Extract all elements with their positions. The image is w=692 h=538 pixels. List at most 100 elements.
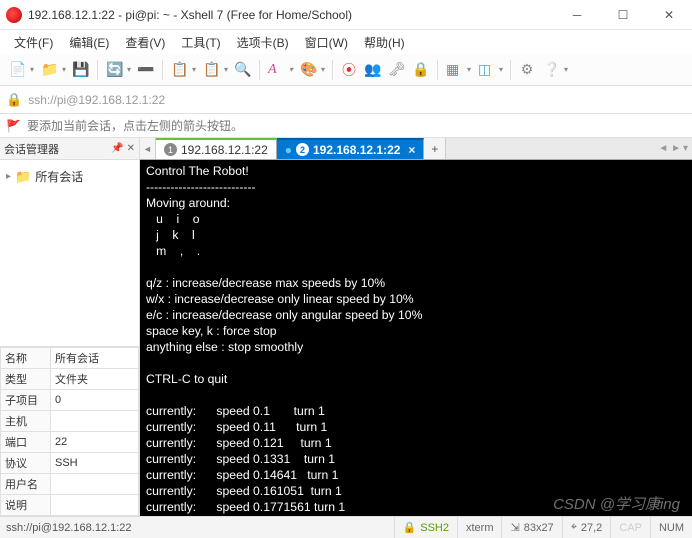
- address-input[interactable]: ssh://pi@192.168.12.1:22: [28, 93, 165, 107]
- prop-port-val: 22: [51, 432, 139, 453]
- color-button[interactable]: 🎨: [297, 59, 327, 81]
- status-address: ssh://pi@192.168.12.1:22: [0, 522, 138, 534]
- tree-root[interactable]: ▸ 📁 所有会话: [4, 166, 135, 187]
- save-button[interactable]: 💾: [70, 59, 92, 81]
- status-term: xterm: [457, 517, 502, 538]
- titlebar: 192.168.12.1:22 - pi@pi: ~ - Xshell 7 (F…: [0, 0, 692, 30]
- infobar: 🚩 要添加当前会话，点击左侧的箭头按钮。: [0, 114, 692, 138]
- bullet-icon: ●: [285, 143, 292, 157]
- menu-tabs[interactable]: 选项卡(B): [229, 32, 297, 53]
- lock-icon: 🔒: [6, 92, 22, 108]
- key-button[interactable]: 🗝: [386, 59, 408, 81]
- tab-session-2[interactable]: ● 2 192.168.12.1:22 ×: [277, 138, 425, 159]
- prop-host-label: 主机: [1, 411, 51, 432]
- prop-host-val: [51, 411, 139, 432]
- lock-button[interactable]: 🔒: [410, 59, 432, 81]
- disconnect-button[interactable]: ➖: [135, 59, 157, 81]
- font-button[interactable]: A: [265, 59, 295, 81]
- help-button[interactable]: ❔: [540, 59, 570, 81]
- record-button[interactable]: ⦿: [338, 59, 360, 81]
- prop-proto-val: SSH: [51, 453, 139, 474]
- main: 会话管理器 📌 ✕ ▸ 📁 所有会话 名称所有会话 类型文件夹 子项目0 主机 …: [0, 138, 692, 516]
- settings-button[interactable]: ⚙: [516, 59, 538, 81]
- session-properties: 名称所有会话 类型文件夹 子项目0 主机 端口22 协议SSH 用户名 说明: [0, 346, 139, 516]
- prop-sub-label: 子项目: [1, 390, 51, 411]
- prop-desc-label: 说明: [1, 495, 51, 516]
- menu-window[interactable]: 窗口(W): [297, 32, 356, 53]
- toolbar: 📄 📁 💾 🔄 ➖ 📋 📋 🔍 A 🎨 ⦿ 👥 🗝 🔒 ▦ ◫ ⚙ ❔: [0, 54, 692, 86]
- content-area: ◄ 1 192.168.12.1:22 ● 2 192.168.12.1:22 …: [140, 138, 692, 516]
- prop-type-label: 类型: [1, 369, 51, 390]
- tab-scroll-right[interactable]: ◄ ►: [658, 143, 681, 154]
- prop-desc-val: [51, 495, 139, 516]
- tab-menu-icon[interactable]: ▾: [683, 143, 688, 154]
- sidebar-title: 会话管理器 📌 ✕: [0, 138, 139, 160]
- menu-edit[interactable]: 编辑(E): [61, 32, 117, 53]
- tab-num-icon: 2: [296, 143, 309, 156]
- users-button[interactable]: 👥: [362, 59, 384, 81]
- copy-button[interactable]: 📋: [168, 59, 198, 81]
- prop-sub-val: 0: [51, 390, 139, 411]
- close-button[interactable]: ✕: [646, 0, 692, 30]
- window-title: 192.168.12.1:22 - pi@pi: ~ - Xshell 7 (F…: [28, 8, 554, 22]
- tab-label: 192.168.12.1:22: [181, 143, 268, 157]
- prop-user-val: [51, 474, 139, 495]
- open-session-button[interactable]: 📁: [38, 59, 68, 81]
- maximize-button[interactable]: ☐: [600, 0, 646, 30]
- paste-button[interactable]: 📋: [200, 59, 230, 81]
- toolbar-sep: [437, 60, 438, 80]
- tab-session-1[interactable]: 1 192.168.12.1:22: [156, 138, 277, 159]
- sidebar-title-label: 会话管理器: [4, 141, 59, 157]
- session-tabs: ◄ 1 192.168.12.1:22 ● 2 192.168.12.1:22 …: [140, 138, 692, 160]
- menubar: 文件(F) 编辑(E) 查看(V) 工具(T) 选项卡(B) 窗口(W) 帮助(…: [0, 30, 692, 54]
- toolbar-sep: [510, 60, 511, 80]
- pin-icon[interactable]: 📌 ✕: [111, 143, 135, 154]
- cursor-pos-icon: ⌖: [571, 521, 577, 534]
- info-text: 要添加当前会话，点击左侧的箭头按钮。: [27, 117, 243, 134]
- panel-button[interactable]: ◫: [475, 59, 505, 81]
- prop-user-label: 用户名: [1, 474, 51, 495]
- status-pos: ⌖27,2: [562, 517, 611, 538]
- status-ssh: 🔒SSH2: [394, 517, 457, 538]
- menu-tools[interactable]: 工具(T): [173, 32, 228, 53]
- window-controls: ─ ☐ ✕: [554, 0, 692, 30]
- prop-name-label: 名称: [1, 348, 51, 369]
- toolbar-sep: [162, 60, 163, 80]
- session-manager: 会话管理器 📌 ✕ ▸ 📁 所有会话 名称所有会话 类型文件夹 子项目0 主机 …: [0, 138, 140, 516]
- resize-icon: ⇲: [510, 521, 519, 534]
- tree-root-label: 所有会话: [35, 168, 83, 185]
- menu-help[interactable]: 帮助(H): [356, 32, 413, 53]
- statusbar: ssh://pi@192.168.12.1:22 🔒SSH2 xterm ⇲83…: [0, 516, 692, 538]
- tab-label: 192.168.12.1:22: [313, 143, 400, 157]
- menu-file[interactable]: 文件(F): [6, 32, 61, 53]
- tab-num-icon: 1: [164, 143, 177, 156]
- tab-nav-right: ◄ ► ▾: [654, 138, 692, 159]
- status-cap: CAP: [610, 517, 650, 538]
- prop-type-val: 文件夹: [51, 369, 139, 390]
- tree-toggle-icon[interactable]: ▸: [6, 171, 11, 182]
- terminal[interactable]: Control The Robot! ---------------------…: [140, 160, 692, 516]
- ssh-lock-icon: 🔒: [403, 521, 417, 534]
- new-session-button[interactable]: 📄: [6, 59, 36, 81]
- minimize-button[interactable]: ─: [554, 0, 600, 30]
- reconnect-button[interactable]: 🔄: [103, 59, 133, 81]
- tab-close-icon[interactable]: ×: [408, 143, 415, 157]
- tab-scroll-left[interactable]: ◄: [140, 138, 156, 159]
- status-num: NUM: [650, 517, 692, 538]
- addressbar: 🔒 ssh://pi@192.168.12.1:22: [0, 86, 692, 114]
- toolbar-sep: [332, 60, 333, 80]
- status-size: ⇲83x27: [501, 517, 561, 538]
- prop-proto-label: 协议: [1, 453, 51, 474]
- toolbar-sep: [97, 60, 98, 80]
- terminal-output: Control The Robot! ---------------------…: [146, 164, 422, 516]
- folder-icon: 📁: [15, 169, 31, 185]
- prop-name-val: 所有会话: [51, 348, 139, 369]
- session-tree[interactable]: ▸ 📁 所有会话: [0, 160, 139, 346]
- app-icon: [6, 7, 22, 23]
- bookmark-icon[interactable]: 🚩: [6, 119, 21, 133]
- layout-button[interactable]: ▦: [443, 59, 473, 81]
- menu-view[interactable]: 查看(V): [117, 32, 173, 53]
- tab-add-button[interactable]: +: [424, 138, 446, 159]
- toolbar-sep: [259, 60, 260, 80]
- find-button[interactable]: 🔍: [232, 59, 254, 81]
